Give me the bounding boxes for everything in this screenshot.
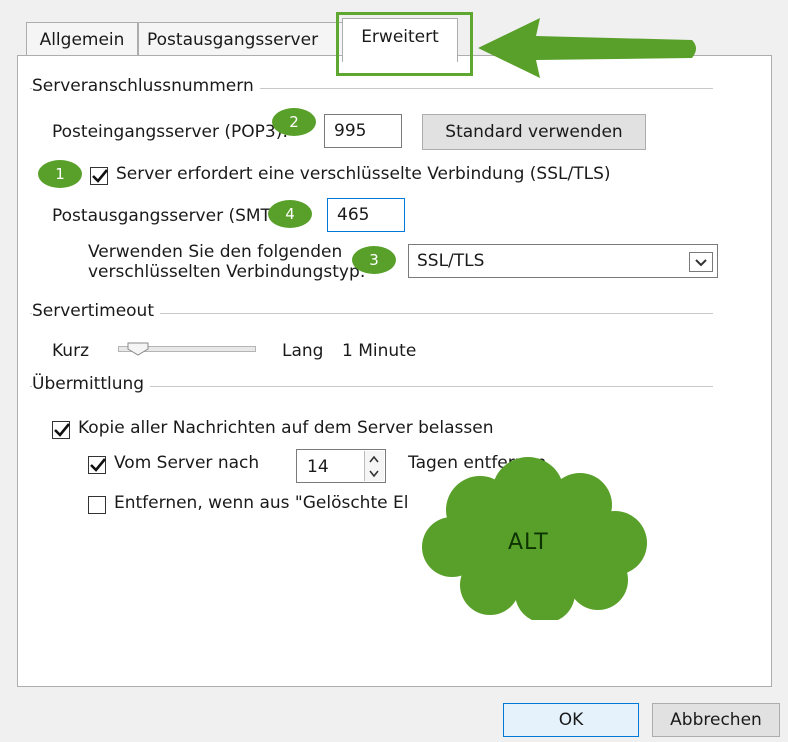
remove-after-label: Vom Server nach xyxy=(114,453,260,473)
timeout-short-label: Kurz xyxy=(52,341,89,361)
button-label: Standard verwenden xyxy=(445,122,623,142)
checkmark-icon xyxy=(90,458,107,472)
chevron-down-icon xyxy=(695,259,707,267)
checkmark-icon xyxy=(92,169,109,183)
tab-highlight-frame xyxy=(336,12,473,76)
chevron-up-icon xyxy=(369,455,379,463)
chevron-down-icon xyxy=(369,470,379,478)
slider-thumb-icon[interactable] xyxy=(126,341,150,357)
remove-deleted-checkbox[interactable] xyxy=(88,496,106,514)
timeout-long-label: Lang xyxy=(282,341,324,361)
encryption-label-line1: Verwenden Sie den folgenden xyxy=(88,242,343,262)
tab-postausgangsserver[interactable]: Postausgangsserver xyxy=(138,22,344,56)
group-label-timeout: Servertimeout xyxy=(32,301,160,321)
spinner-value: 14 xyxy=(307,457,329,477)
spin-up-button[interactable] xyxy=(364,451,384,466)
outgoing-port-label: Postausgangsserver (SMTP): xyxy=(52,206,294,226)
encryption-label-line2: verschlüsselten Verbindungstyp: xyxy=(88,262,366,282)
select-dropdown-button[interactable] xyxy=(689,252,713,272)
cancel-button[interactable]: Abbrechen xyxy=(652,703,780,737)
input-value: 995 xyxy=(334,121,367,141)
remove-after-checkbox[interactable] xyxy=(88,456,107,474)
cloud-text: ALT xyxy=(508,530,549,555)
tab-allgemein[interactable]: Allgemein xyxy=(26,22,138,56)
ssl-checkbox-label: Server erfordert eine verschlüsselte Ver… xyxy=(116,164,611,184)
badge-3: 3 xyxy=(352,246,396,274)
incoming-port-input[interactable]: 995 xyxy=(324,114,402,148)
group-label-delivery: Übermittlung xyxy=(32,374,151,394)
keep-copy-label: Kopie aller Nachrichten auf dem Server b… xyxy=(78,418,494,438)
timeout-value: 1 Minute xyxy=(342,341,417,361)
badge-1: 1 xyxy=(38,160,82,188)
input-value: 465 xyxy=(337,205,370,225)
use-default-button[interactable]: Standard verwenden xyxy=(422,114,646,150)
keep-copy-checkbox[interactable] xyxy=(52,421,71,439)
tab-label: Allgemein xyxy=(39,29,125,50)
select-value: SSL/TLS xyxy=(417,251,485,271)
remove-deleted-label: Entfernen, wenn aus "Gelöschte El xyxy=(114,493,409,513)
incoming-port-label: Posteingangsserver (POP3): xyxy=(52,122,289,142)
button-label: Abbrechen xyxy=(670,710,762,730)
encryption-type-label: Verwenden Sie den folgenden verschlüssel… xyxy=(88,242,365,282)
encryption-type-select[interactable]: SSL/TLS xyxy=(408,244,718,278)
ok-button[interactable]: OK xyxy=(503,703,639,737)
days-spinner[interactable]: 14 xyxy=(296,449,386,483)
tab-label: Postausgangsserver xyxy=(147,29,319,50)
group-label-ports: Serveranschlussnummern xyxy=(32,76,260,96)
arrow-left-icon xyxy=(478,18,696,78)
ssl-checkbox[interactable] xyxy=(90,167,109,185)
outgoing-port-input[interactable]: 465 xyxy=(327,198,405,232)
spin-down-button[interactable] xyxy=(364,466,384,481)
badge-4: 4 xyxy=(268,200,312,228)
button-label: OK xyxy=(558,710,584,730)
checkmark-icon xyxy=(54,423,71,437)
badge-2: 2 xyxy=(272,108,316,136)
